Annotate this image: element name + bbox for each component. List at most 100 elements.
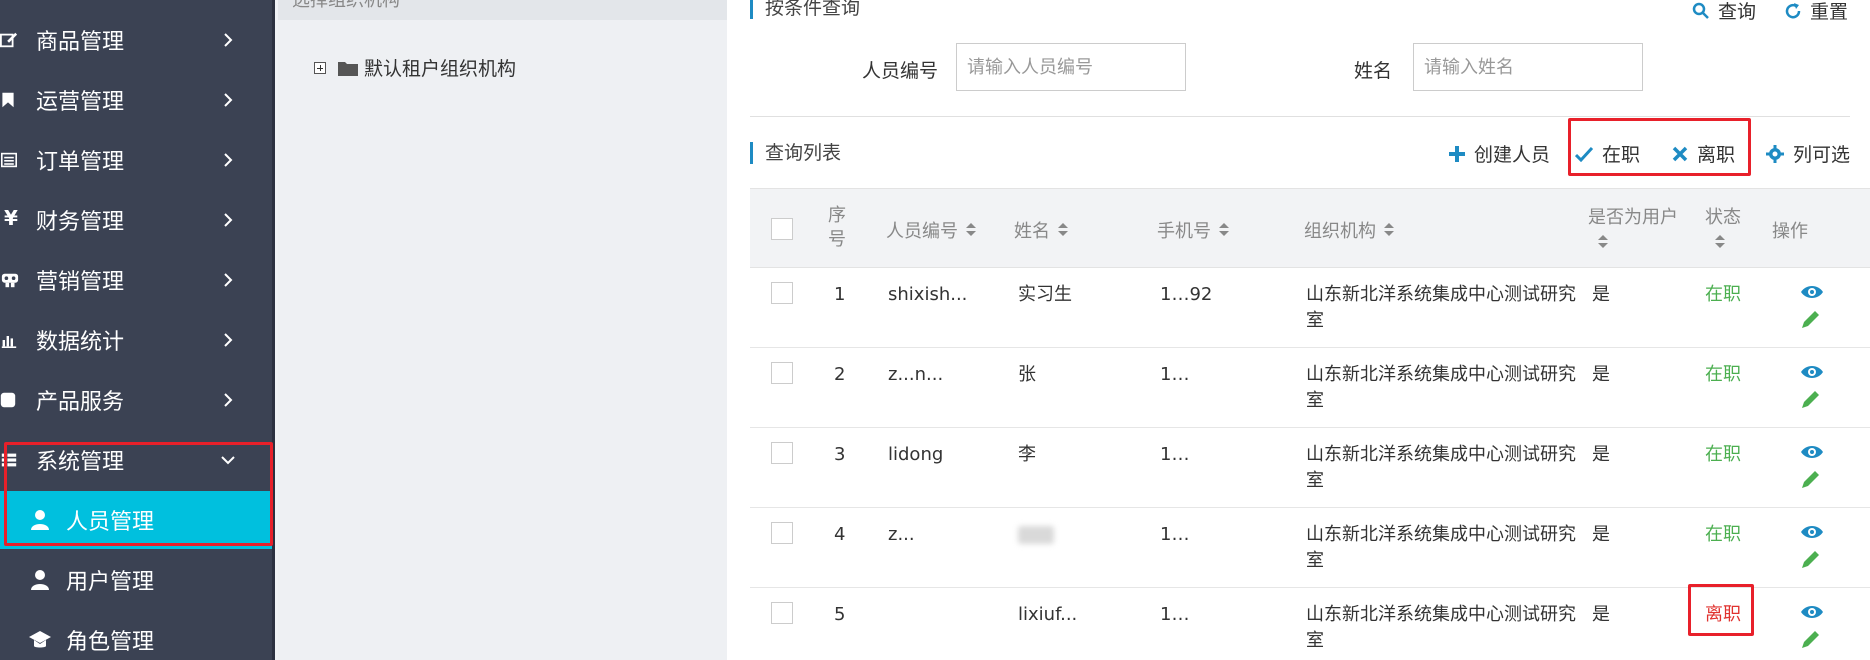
edit-icon[interactable] [1800, 630, 1824, 650]
chevron-right-icon [224, 393, 233, 407]
sidebar: 商品管理 运营管理 订单管理 ¥ 财务管理 营销管理 数据统计 产品服务 系统管… [0, 0, 275, 660]
cell-is-user: 是 [1592, 284, 1610, 305]
query-button[interactable]: 查询 [1692, 0, 1756, 24]
col-phone[interactable]: 手机号 [1157, 217, 1229, 243]
col-employee-no[interactable]: 人员编号 [886, 217, 976, 243]
sort-icon [1058, 223, 1068, 237]
col-status[interactable]: 状态 [1705, 203, 1741, 249]
cell-name: 实习生 [1018, 284, 1072, 305]
view-icon[interactable] [1800, 442, 1824, 462]
create-person-button[interactable]: 创建人员 [1449, 140, 1550, 167]
col-name[interactable]: 姓名 [1014, 217, 1068, 243]
name-input[interactable] [1413, 43, 1643, 91]
menu-item-order[interactable]: 订单管理 [0, 132, 272, 188]
row-checkbox[interactable] [771, 362, 793, 384]
cell-seq: 4 [834, 524, 846, 545]
menu-label: 数据统计 [36, 330, 125, 355]
cell-phone: 1…92 [1160, 284, 1213, 305]
edit-icon[interactable] [1800, 390, 1824, 410]
cell-status: 在职 [1705, 524, 1741, 545]
menu-item-marketing[interactable]: 营销管理 [0, 252, 272, 308]
divider [750, 116, 1850, 117]
tree-node-label: 默认租户组织机构 [364, 58, 517, 80]
gamepad-icon [1, 273, 19, 288]
table-header: 序号 人员编号 姓名 手机号 组织机构 是否为用户 状态 操作 [750, 188, 1870, 268]
cell-phone: 1… [1160, 364, 1190, 385]
reset-button[interactable]: 重置 [1784, 0, 1848, 24]
tree-header-label: 选择组织机构 [292, 0, 400, 11]
plus-icon [1449, 145, 1465, 162]
cell-seq: 5 [834, 604, 846, 625]
menu-label: 运营管理 [36, 90, 125, 115]
cell-phone: 1… [1160, 604, 1190, 625]
view-icon[interactable] [1800, 362, 1824, 382]
tree-node-root[interactable]: 默认租户组织机构 [314, 54, 516, 81]
view-icon[interactable] [1800, 522, 1824, 542]
menu-item-finance[interactable]: ¥ 财务管理 [0, 192, 272, 248]
chevron-right-icon [224, 333, 233, 347]
edit-icon[interactable] [1800, 310, 1824, 330]
employee-no-input[interactable] [956, 43, 1186, 91]
menu-item-operation[interactable]: 运营管理 [0, 72, 272, 128]
cell-phone: 1… [1160, 524, 1190, 545]
col-phone-label: 手机号 [1157, 221, 1211, 242]
cell-org: 山东新北洋系统集成中心测试研究室 [1306, 284, 1576, 331]
col-employee-no-label: 人员编号 [886, 221, 958, 242]
row-checkbox[interactable] [771, 282, 793, 304]
table-row[interactable]: 4 z... 1… 山东新北洋系统集成中心测试研究室 是 在职 [750, 508, 1870, 588]
menu-item-product[interactable]: 商品管理 [0, 12, 272, 68]
table-row[interactable]: 2 z...n... 张 1… 山东新北洋系统集成中心测试研究室 是 在职 [750, 348, 1870, 428]
cell-seq: 1 [834, 284, 846, 305]
square-icon [0, 392, 16, 408]
user-icon [31, 570, 49, 590]
edit-icon[interactable] [1800, 470, 1824, 490]
chevron-right-icon [224, 93, 233, 107]
menu-item-product-service[interactable]: 产品服务 [0, 372, 272, 428]
column-options-button[interactable]: 列可选 [1766, 140, 1850, 167]
menu-item-statistics[interactable]: 数据统计 [0, 312, 272, 368]
row-checkbox[interactable] [771, 522, 793, 544]
cell-org: 山东新北洋系统集成中心测试研究室 [1306, 524, 1576, 571]
highlight-box [1568, 118, 1751, 176]
view-icon[interactable] [1800, 602, 1824, 622]
view-icon[interactable] [1800, 282, 1824, 302]
sort-icon [1219, 223, 1229, 237]
cell-name: 李 [1018, 444, 1036, 465]
edit-icon [0, 32, 18, 48]
table-row[interactable]: 1 shixish... 实习生 1…92 山东新北洋系统集成中心测试研究室 是… [750, 268, 1870, 348]
table-row[interactable]: 3 lidong 李 1… 山东新北洋系统集成中心测试研究室 是 在职 [750, 428, 1870, 508]
cell-is-user: 是 [1592, 444, 1610, 465]
cell-seq: 3 [834, 444, 846, 465]
query-label: 查询 [1718, 1, 1757, 23]
reset-label: 重置 [1810, 1, 1849, 23]
row-checkbox[interactable] [771, 602, 793, 624]
sidebar-item-label: 用户管理 [66, 570, 155, 595]
sort-icon [1715, 235, 1725, 249]
table-row[interactable]: 5 lixiuf... 1… 山东新北洋系统集成中心测试研究室 是 离职 [750, 584, 1870, 660]
col-org[interactable]: 组织机构 [1304, 217, 1394, 243]
col-is-user[interactable]: 是否为用户 [1588, 203, 1678, 249]
col-org-label: 组织机构 [1304, 221, 1376, 242]
cell-status: 在职 [1705, 364, 1741, 385]
expand-icon[interactable] [314, 61, 326, 74]
sort-icon [1598, 235, 1608, 249]
main-content: 按条件查询 查询 重置 人员编号 姓名 查询列表 创建人员 在职 离职 列可选 … [727, 0, 1870, 660]
chevron-right-icon [224, 153, 233, 167]
cell-employee-no: z... [888, 524, 915, 545]
cell-name: 张 [1018, 364, 1036, 385]
sidebar-item-users[interactable]: 用户管理 [0, 551, 272, 609]
menu-label: 商品管理 [36, 30, 125, 55]
sidebar-item-roles[interactable]: 角色管理 [0, 611, 272, 660]
folder-icon [338, 61, 358, 76]
menu-label: 订单管理 [36, 150, 125, 175]
chevron-right-icon [224, 213, 233, 227]
highlight-box [1688, 584, 1754, 636]
select-all-checkbox[interactable] [771, 218, 793, 240]
edit-icon[interactable] [1800, 550, 1824, 570]
search-section-title: 按条件查询 [750, 0, 860, 19]
cell-status: 在职 [1705, 284, 1741, 305]
cell-name [1018, 522, 1054, 548]
row-checkbox[interactable] [771, 442, 793, 464]
org-tree-panel: 选择组织机构 默认租户组织机构 [278, 0, 727, 660]
cell-status: 在职 [1705, 444, 1741, 465]
